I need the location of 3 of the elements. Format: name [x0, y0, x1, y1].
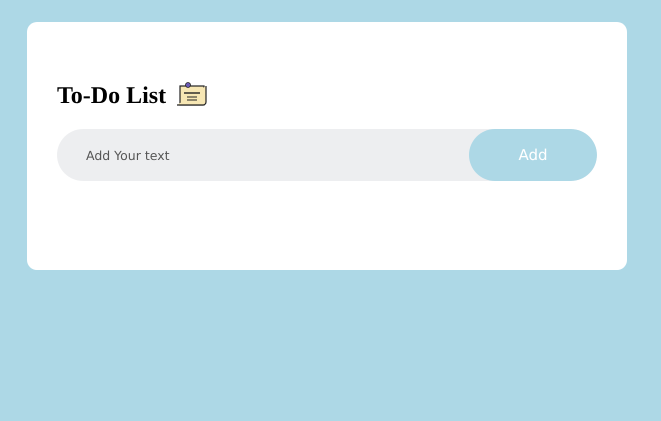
todo-input-field[interactable]: Add Your text Add — [57, 129, 597, 181]
app-title: To-Do List — [57, 82, 166, 110]
add-button[interactable]: Add — [469, 129, 597, 181]
